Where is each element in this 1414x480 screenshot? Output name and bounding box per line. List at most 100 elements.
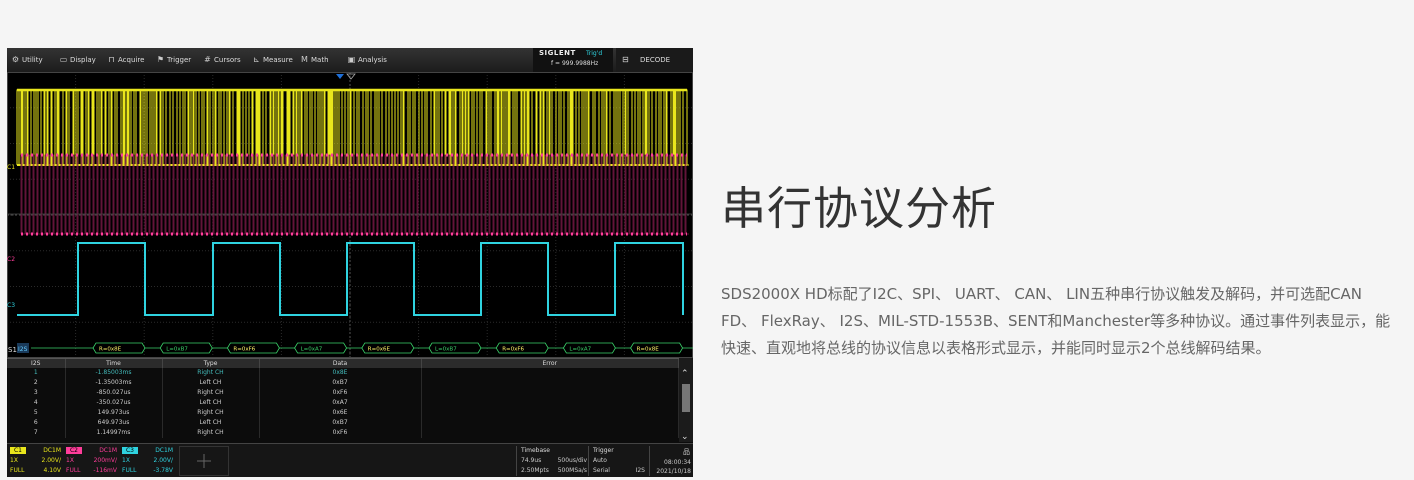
table-row[interactable]: 7 1.14997ms Right CH 0xF6 [7, 428, 679, 438]
column-header[interactable]: Type [162, 359, 260, 368]
math-icon: M [301, 55, 308, 64]
channel-2-offset: -116mV [93, 467, 117, 474]
table-cell: 649.973us [65, 418, 163, 428]
channel-1-offset: 4.10V [43, 467, 61, 474]
menu-acquire-label: Acquire [118, 56, 145, 64]
table-row[interactable]: 2 -1.35003ms Left CH 0xB7 [7, 378, 679, 388]
channel-3-scale: 2.00V/ [153, 457, 174, 464]
table-cell: -350.027us [65, 398, 163, 408]
table-cell: 2 [7, 378, 66, 388]
menu-cursors[interactable]: # Cursors [203, 48, 241, 72]
decode-frame-label: R=0xF6 [233, 347, 255, 353]
decode-frame-label: R=0x8E [637, 347, 660, 353]
analysis-icon: ▣ [347, 55, 356, 64]
event-list-table: I2S Time Type Data Error 1 -1.85003ms Right CH… [7, 358, 693, 443]
table-row[interactable]: 1 -1.85003ms Right CH 0x8E [7, 368, 679, 378]
channel-2-trace [20, 154, 689, 235]
channel-1-tag: C1 [10, 447, 26, 454]
decode-frame-label: L=0xB7 [435, 347, 457, 353]
channel-1-info[interactable]: C1 DC1M 1X 2.00V/ FULL 4.10V [8, 446, 63, 476]
monitor-icon: ▭ [59, 55, 68, 64]
channel-3-info[interactable]: C3 DC1M 1X 2.00V/ FULL -3.78V [120, 446, 175, 476]
trigger-delay-marker[interactable] [346, 73, 356, 80]
table-cell: 0x8E [259, 368, 422, 378]
timebase-panel[interactable]: Timebase 74.9us 500us/div 2.50Mpts 500MS… [516, 446, 589, 476]
add-channel-icon[interactable] [179, 446, 229, 476]
table-row[interactable]: 3 -850.027us Right CH 0xF6 [7, 388, 679, 398]
decode-label: DECODE [640, 56, 671, 64]
decode-frame-label: L=0xA7 [301, 347, 323, 353]
acquire-icon: ⊓ [108, 55, 115, 64]
table-cell [421, 398, 679, 408]
trigger-panel[interactable]: Trigger Auto Serial I2S [588, 446, 649, 476]
menu-utility-label: Utility [22, 56, 43, 64]
channel-2-marker[interactable]: C2 [7, 256, 15, 263]
channel-2-bandwidth: FULL [66, 467, 81, 474]
scroll-up-icon[interactable]: ⌃ [681, 369, 689, 379]
trigger-mode: Auto [593, 457, 607, 464]
column-header[interactable]: Error [421, 359, 679, 368]
menu-math[interactable]: M Math [300, 48, 328, 72]
table-cell: 0xF6 [259, 388, 422, 398]
table-cell: -1.35003ms [65, 378, 163, 388]
decode-frame-label: L=0xB7 [166, 347, 188, 353]
measure-icon: ⊾ [253, 55, 260, 64]
trigger-state: Trig'd [586, 50, 603, 57]
brand-panel: SIGLENT Trig'd f = 999.9988Hz [533, 48, 613, 72]
scroll-down-icon[interactable]: ⌄ [681, 432, 689, 442]
section-description: SDS2000X HD标配了I2C、SPI、 UART、 CAN、 LIN五种串… [721, 285, 1391, 357]
channel-1-marker[interactable]: C1 [7, 164, 15, 171]
brand-logo: SIGLENT [539, 49, 576, 57]
channel-2-waveform [7, 153, 693, 236]
channel-1-coupling: DC1M [43, 447, 61, 454]
table-cell: Right CH [162, 428, 260, 438]
column-header[interactable]: I2S [7, 359, 66, 368]
column-header[interactable]: Time [65, 359, 163, 368]
channel-3-marker[interactable]: C3 [7, 302, 15, 309]
table-cell: 0xB7 [259, 418, 422, 428]
table-cell: 149.973us [65, 408, 163, 418]
channel-1-probe: 1X [10, 457, 18, 464]
scroll-thumb[interactable] [682, 384, 690, 412]
table-cell: Left CH [162, 418, 260, 428]
table-row[interactable]: 6 649.973us Left CH 0xB7 [7, 418, 679, 428]
decode-frames: R=0x8E L=0xB7 R=0xF6 L=0xA7 R=0x6E L=0xB7 R=0x… [92, 342, 684, 354]
menu-measure-label: Measure [263, 56, 293, 64]
channel-2-info[interactable]: C2 DC1M 1X 200mV/ FULL -116mV [64, 446, 119, 476]
decode-icon: ⊟ [622, 55, 629, 64]
menu-analysis[interactable]: ▣ Analysis [347, 48, 387, 72]
table-cell: 0xA7 [259, 398, 422, 408]
channel-2-scale: 200mV/ [93, 457, 117, 464]
menu-utility[interactable]: ⚙ Utility [11, 48, 43, 72]
sample-rate: 500MSa/s [557, 467, 587, 474]
clock-panel: 品 08:00:34 2021/10/18 [649, 446, 693, 476]
menu-display[interactable]: ▭ Display [59, 48, 96, 72]
trigger-source: I2S [635, 467, 645, 474]
table-cell [421, 428, 679, 438]
table-cell [421, 408, 679, 418]
table-cell [421, 378, 679, 388]
menu-analysis-label: Analysis [358, 56, 387, 64]
menu-measure[interactable]: ⊾ Measure [252, 48, 293, 72]
cursors-icon: # [204, 55, 211, 64]
trigger-type: Serial [593, 467, 610, 474]
waveform-grid: C1 C2 C3 [7, 72, 693, 358]
channel-3-offset: -3.78V [153, 467, 173, 474]
column-header[interactable]: Data [259, 359, 422, 368]
table-cell: -850.027us [65, 388, 163, 398]
table-row[interactable]: 4 -350.027us Left CH 0xA7 [7, 398, 679, 408]
channel-2-tag: C2 [66, 447, 82, 454]
channel-1-bandwidth: FULL [10, 467, 25, 474]
table-row[interactable]: 5 149.973us Right CH 0x6E [7, 408, 679, 418]
table-scrollbar[interactable]: ⌃ ⌄ [679, 358, 693, 442]
decode-bus-lane: S1 I2S R=0x8E L=0xB7 R=0xF6 L=0xA7 R=0x6E L=0… [8, 342, 693, 354]
flag-icon: ⚑ [156, 55, 165, 64]
frequency-readout: f = 999.9988Hz [551, 60, 599, 67]
table-cell [421, 388, 679, 398]
menu-acquire[interactable]: ⊓ Acquire [107, 48, 144, 72]
decode-button[interactable]: ⊟ DECODE [616, 48, 693, 72]
table-cell: Left CH [162, 378, 260, 388]
trigger-position-marker[interactable] [336, 74, 344, 79]
menu-trigger[interactable]: ⚑ Trigger [156, 48, 191, 72]
table-cell: 0x6E [259, 408, 422, 418]
